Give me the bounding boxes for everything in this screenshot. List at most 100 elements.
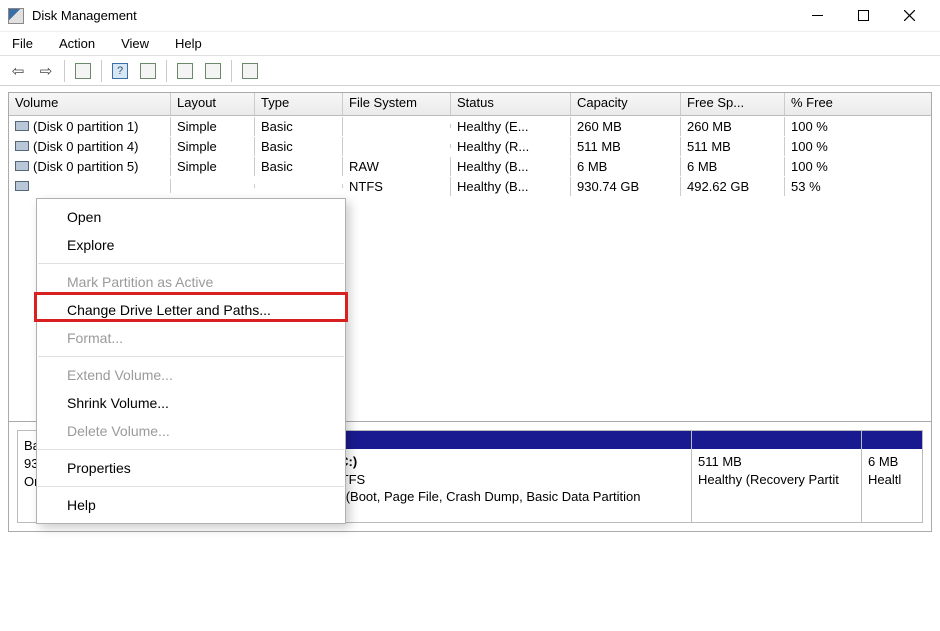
col-volume[interactable]: Volume — [9, 93, 171, 115]
forward-button[interactable]: ⇨ — [34, 59, 58, 83]
cell-text: (Disk 0 partition 4) — [33, 139, 138, 154]
menu-help[interactable]: Help — [171, 34, 206, 53]
menu-file[interactable]: File — [8, 34, 37, 53]
cell-pct: 53 % — [785, 177, 865, 196]
col-status[interactable]: Status — [451, 93, 571, 115]
toolbar: ⇦ ⇨ — [0, 56, 940, 86]
col-capacity[interactable]: Capacity — [571, 93, 681, 115]
menu-action[interactable]: Action — [55, 34, 99, 53]
col-type[interactable]: Type — [255, 93, 343, 115]
cell-type: Basic — [255, 117, 343, 136]
toolbar-icon-4[interactable] — [201, 59, 225, 83]
partition-4[interactable]: 6 MB Healtl — [862, 431, 922, 522]
cell-capacity: 511 MB — [571, 137, 681, 156]
col-layout[interactable]: Layout — [171, 93, 255, 115]
ctx-format: Format... — [37, 324, 345, 352]
app-icon — [8, 8, 24, 24]
cell-free: 260 MB — [681, 117, 785, 136]
ctx-separator — [38, 449, 344, 450]
cell-type: Basic — [255, 137, 343, 156]
partition-status: Healtl — [868, 471, 916, 489]
cell-fs — [343, 124, 451, 128]
cell-type: Basic — [255, 157, 343, 176]
drive-icon — [15, 121, 29, 131]
cell-text: (Disk 0 partition 1) — [33, 119, 138, 134]
cell-capacity: 260 MB — [571, 117, 681, 136]
toolbar-icon-1[interactable] — [71, 59, 95, 83]
partition-bar-icon — [692, 431, 861, 449]
partition-status: Healthy (Boot, Page File, Crash Dump, Ba… — [298, 488, 685, 506]
drive-icon — [15, 141, 29, 151]
drive-icon — [15, 181, 29, 191]
ctx-separator — [38, 486, 344, 487]
cell-free: 6 MB — [681, 157, 785, 176]
cell-text: (Disk 0 partition 5) — [33, 159, 138, 174]
cell-volume: (Disk 0 partition 1) — [9, 117, 171, 136]
partition-2[interactable]: dows (C:) 4 GB NTFS Healthy (Boot, Page … — [292, 431, 692, 522]
table-row[interactable]: (Disk 0 partition 4) SimpleBasic Healthy (… — [9, 136, 931, 156]
table-header: Volume Layout Type File System Status Ca… — [9, 93, 931, 116]
table-row[interactable]: (Disk 0 partition 5) SimpleBasicRAWHealth… — [9, 156, 931, 176]
col-filesystem[interactable]: File System — [343, 93, 451, 115]
col-freespace[interactable]: Free Sp... — [681, 93, 785, 115]
close-button[interactable] — [886, 0, 932, 32]
menubar: File Action View Help — [0, 32, 940, 56]
partition-sub: 511 MB — [698, 453, 855, 471]
ctx-open[interactable]: Open — [37, 203, 345, 231]
ctx-separator — [38, 263, 344, 264]
cell-fs: NTFS — [343, 177, 451, 196]
cell-type — [255, 184, 343, 188]
cell-capacity: 6 MB — [571, 157, 681, 176]
cell-layout: Simple — [171, 157, 255, 176]
cell-layout: Simple — [171, 117, 255, 136]
cell-volume — [9, 179, 171, 193]
ctx-properties[interactable]: Properties — [37, 454, 345, 482]
ctx-explore[interactable]: Explore — [37, 231, 345, 259]
cell-pct: 100 % — [785, 137, 865, 156]
ctx-change-drive-letter[interactable]: Change Drive Letter and Paths... — [37, 296, 345, 324]
cell-layout: Simple — [171, 137, 255, 156]
partition-bar-icon — [292, 431, 691, 449]
cell-status: Healthy (R... — [451, 137, 571, 156]
cell-free: 492.62 GB — [681, 177, 785, 196]
cell-volume: (Disk 0 partition 5) — [9, 157, 171, 176]
partition-3[interactable]: 511 MB Healthy (Recovery Partit — [692, 431, 862, 522]
cell-pct: 100 % — [785, 157, 865, 176]
cell-volume: (Disk 0 partition 4) — [9, 137, 171, 156]
ctx-help[interactable]: Help — [37, 491, 345, 519]
ctx-mark-active: Mark Partition as Active — [37, 268, 345, 296]
cell-pct: 100 % — [785, 117, 865, 136]
cell-status: Healthy (B... — [451, 157, 571, 176]
partition-title: dows (C:) — [298, 453, 685, 471]
ctx-delete: Delete Volume... — [37, 417, 345, 445]
toolbar-icon-5[interactable] — [238, 59, 262, 83]
cell-status: Healthy (E... — [451, 117, 571, 136]
cell-fs: RAW — [343, 157, 451, 176]
back-button[interactable]: ⇦ — [6, 59, 30, 83]
partition-bar-icon — [862, 431, 922, 449]
cell-status: Healthy (B... — [451, 177, 571, 196]
toolbar-icon-2[interactable] — [136, 59, 160, 83]
table-row[interactable]: (Disk 0 partition 1) SimpleBasic Healthy (… — [9, 116, 931, 136]
cell-fs — [343, 144, 451, 148]
ctx-separator — [38, 356, 344, 357]
help-icon[interactable] — [108, 59, 132, 83]
cell-free: 511 MB — [681, 137, 785, 156]
table-row[interactable]: NTFSHealthy (B...930.74 GB492.62 GB53 % — [9, 176, 931, 196]
titlebar: Disk Management — [0, 0, 940, 32]
menu-view[interactable]: View — [117, 34, 153, 53]
context-menu: Open Explore Mark Partition as Active Ch… — [36, 198, 346, 524]
window-title: Disk Management — [32, 8, 137, 23]
partition-sub: 6 MB — [868, 453, 916, 471]
cell-layout — [171, 184, 255, 188]
col-pctfree[interactable]: % Free — [785, 93, 865, 115]
toolbar-icon-3[interactable] — [173, 59, 197, 83]
partition-status: Healthy (Recovery Partit — [698, 471, 855, 489]
minimize-button[interactable] — [794, 0, 840, 32]
maximize-button[interactable] — [840, 0, 886, 32]
ctx-shrink[interactable]: Shrink Volume... — [37, 389, 345, 417]
cell-capacity: 930.74 GB — [571, 177, 681, 196]
ctx-extend: Extend Volume... — [37, 361, 345, 389]
partition-sub: 4 GB NTFS — [298, 471, 685, 489]
drive-icon — [15, 161, 29, 171]
